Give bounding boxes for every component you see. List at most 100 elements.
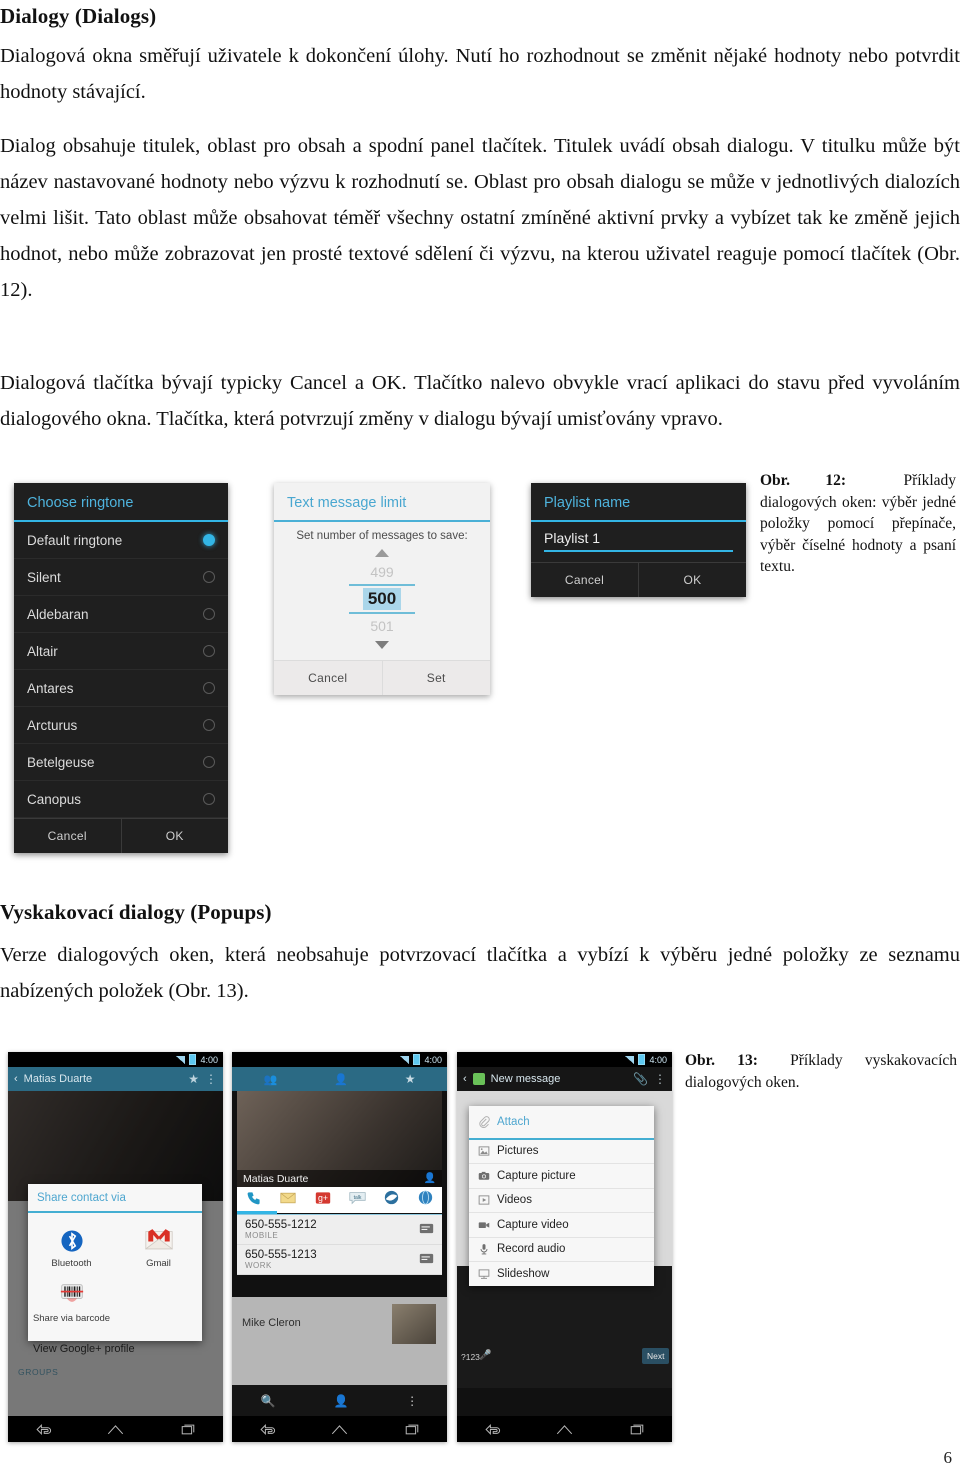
share-target[interactable]: Share via barcode [28,1276,115,1331]
playlist-name-input[interactable]: Playlist 1 [544,530,733,552]
cancel-button[interactable]: Cancel [531,563,638,597]
keyboard-mic-icon[interactable]: 🎤 [479,1350,491,1361]
ringtone-option[interactable]: Arcturus [14,707,228,744]
dialog-button-bar[interactable]: Cancel OK [14,818,228,853]
radio-button-icon[interactable] [203,534,215,546]
decrement-arrow-icon[interactable] [375,641,389,649]
attach-option[interactable]: Pictures [469,1140,654,1164]
attach-option[interactable]: Videos [469,1189,654,1213]
contacts-tab-bar[interactable]: 👥 👤 ★ [232,1067,447,1091]
keyboard-symbols-key[interactable]: ?123 [461,1352,480,1362]
ok-button[interactable]: OK [120,819,229,853]
system-nav-bar[interactable] [457,1416,672,1442]
figure-12-label: Obr. 12: [760,472,847,489]
screenshot-attach-menu[interactable]: 4:00 ‹ New message 📎 ⋮ ?123 Next 🎤 Attac… [457,1052,672,1442]
radio-button-icon[interactable] [203,719,215,731]
attach-option[interactable]: Record audio [469,1238,654,1262]
attach-option-list[interactable]: Pictures Capture picture Videos Capture vid… [469,1140,654,1286]
recent-apps-icon[interactable] [629,1423,645,1436]
quick-contact-tab-phone[interactable] [246,1190,262,1211]
value-above[interactable]: 499 [370,562,393,582]
add-contact-icon[interactable]: 👤 [333,1394,348,1408]
system-nav-bar[interactable] [8,1416,223,1442]
attach-option[interactable]: Capture video [469,1213,654,1238]
radio-button-icon[interactable] [203,608,215,620]
tab-all-contacts-icon[interactable]: 👤 [334,1073,348,1086]
current-value[interactable]: 500 [362,588,402,610]
phone-number-list[interactable]: 650-555-1212 MOBILE 650-555-1213 WORK [237,1215,442,1275]
phone-number-row[interactable]: 650-555-1212 MOBILE [237,1215,442,1245]
microphone-icon [478,1243,490,1255]
increment-arrow-icon[interactable] [375,549,389,557]
tab-groups-icon[interactable]: 👥 [263,1073,277,1086]
share-target[interactable]: Bluetooth [28,1221,115,1276]
quick-contact-tabs[interactable]: g+ talk [237,1187,442,1213]
share-popup[interactable]: Share contact via Bluetooth Gmail Share vi… [28,1184,202,1341]
cancel-button[interactable]: Cancel [14,819,121,853]
quick-contact-tab-talk[interactable]: talk [349,1191,366,1210]
ringtone-list[interactable]: Default ringtone Silent Aldebaran Altair Ant… [14,522,228,818]
overflow-menu-icon[interactable]: ⋮ [406,1394,418,1408]
action-bar[interactable]: ‹ Matias Duarte ★ ⋮ [8,1067,223,1091]
radio-button-icon[interactable] [203,682,215,694]
quick-contact-tab-globe[interactable] [418,1190,433,1210]
search-icon[interactable]: 🔍 [261,1394,276,1408]
ringtone-option[interactable]: Aldebaran [14,596,228,633]
back-chevron-icon[interactable]: ‹ [14,1073,18,1085]
back-icon[interactable] [259,1423,276,1436]
quick-contact-tab-email[interactable] [280,1191,297,1210]
attach-option[interactable]: Slideshow [469,1262,654,1286]
attach-option-label: Pictures [497,1145,539,1158]
playlist-name-dialog[interactable]: Playlist name Playlist 1 Cancel OK [531,483,746,597]
ringtone-option[interactable]: Betelgeuse [14,744,228,781]
set-button[interactable]: Set [381,661,491,695]
radio-button-icon[interactable] [203,793,215,805]
radio-button-icon[interactable] [203,645,215,657]
attach-popup[interactable]: Attach Pictures Capture picture Videos Capt… [469,1106,654,1286]
number-picker[interactable]: 499 500 501 [274,544,490,660]
text-message-limit-dialog[interactable]: Text message limit Set number of message… [274,483,490,695]
home-icon[interactable] [555,1423,574,1436]
dialog-button-bar[interactable]: Cancel Set [274,660,490,695]
screenshot-share-contact[interactable]: 4:00 ‹ Matias Duarte ★ ⋮ View Google+ pr… [8,1052,223,1442]
home-icon[interactable] [330,1423,349,1436]
home-icon[interactable] [106,1423,125,1436]
suggested-contact-name[interactable]: Mike Cleron [242,1317,301,1329]
cancel-button[interactable]: Cancel [274,661,382,695]
send-message-icon[interactable] [419,1221,434,1239]
radio-button-icon[interactable] [203,571,215,583]
send-message-icon[interactable] [419,1251,434,1269]
attach-icon[interactable]: 📎 [633,1072,648,1086]
choose-ringtone-dialog[interactable]: Choose ringtone Default ringtone Silent Al… [14,483,228,853]
contacts-bottom-bar[interactable]: 🔍 👤 ⋮ [232,1385,447,1416]
recent-apps-icon[interactable] [404,1423,420,1436]
star-icon[interactable]: ★ [188,1072,199,1086]
system-nav-bar[interactable] [232,1416,447,1442]
dialog-button-bar[interactable]: Cancel OK [531,562,746,597]
ok-button[interactable]: OK [638,563,746,597]
quick-contact-tab-browser[interactable] [384,1190,399,1210]
overflow-menu-icon[interactable]: ⋮ [205,1072,217,1086]
share-target-grid[interactable]: Bluetooth Gmail Share via barcode [28,1213,202,1341]
screenshot-contact-card[interactable]: 4:00 👥 👤 ★ Matias Duarte 👤 g+ talk 650-55… [232,1052,447,1442]
recent-apps-icon[interactable] [180,1423,196,1436]
tab-favorites-icon[interactable]: ★ [405,1072,416,1086]
value-below[interactable]: 501 [370,616,393,636]
action-bar[interactable]: ‹ New message 📎 ⋮ [457,1067,672,1091]
ringtone-option[interactable]: Antares [14,670,228,707]
ringtone-option[interactable]: Silent [14,559,228,596]
keyboard-next-key[interactable]: Next [642,1348,670,1364]
ringtone-option[interactable]: Default ringtone [14,522,228,559]
back-icon[interactable] [35,1423,52,1436]
attach-option[interactable]: Capture picture [469,1164,654,1189]
phone-number-row[interactable]: 650-555-1213 WORK [237,1245,442,1275]
back-chevron-icon[interactable]: ‹ [463,1073,467,1085]
share-target[interactable]: Gmail [115,1221,202,1276]
radio-button-icon[interactable] [203,756,215,768]
overflow-menu-icon[interactable]: ⋮ [654,1072,666,1086]
ringtone-option[interactable]: Altair [14,633,228,670]
back-icon[interactable] [484,1423,501,1436]
quick-contact-tab-google-plus[interactable]: g+ [315,1191,331,1210]
ringtone-option[interactable]: Canopus [14,781,228,818]
person-icon[interactable]: 👤 [424,1173,436,1184]
